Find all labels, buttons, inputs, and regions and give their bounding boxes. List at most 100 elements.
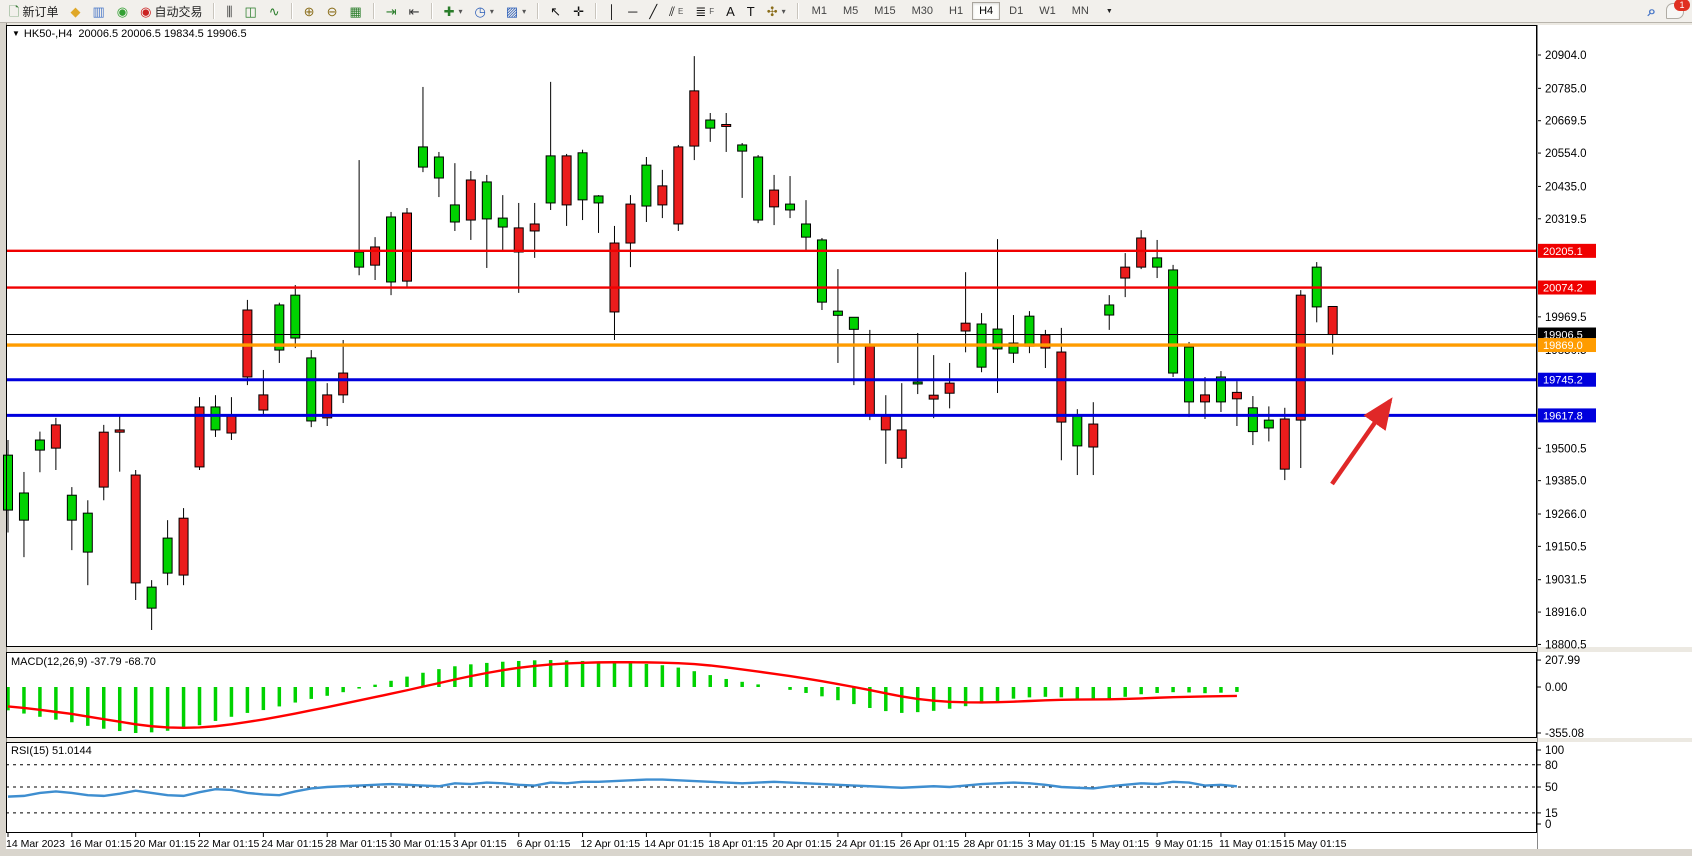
candle [1153, 258, 1162, 267]
timeframe-button-mn[interactable]: MN [1065, 2, 1096, 20]
line-chart-icon: ∿ [269, 5, 280, 18]
candle [147, 587, 156, 608]
arrows-button[interactable]: ✣▾ [762, 3, 791, 20]
candle [99, 432, 108, 487]
candle [881, 416, 890, 430]
candle [115, 430, 124, 432]
timeframe-button-m5[interactable]: M5 [836, 2, 865, 20]
templates-button[interactable]: ▨▾ [501, 3, 531, 20]
chevron-down-icon[interactable]: ▾ [458, 7, 462, 16]
candle [403, 213, 412, 281]
auto-scroll-button[interactable]: ⇥ [381, 3, 402, 20]
candle [897, 430, 906, 458]
notifications-icon[interactable]: 1 [1666, 3, 1684, 19]
text-button[interactable]: A [721, 3, 740, 20]
auto-trading-button[interactable]: ◉自动交易 [135, 1, 207, 22]
templates-icon: ▨ [506, 5, 518, 18]
time-axis-label: 18 Apr 01:15 [708, 838, 768, 850]
timeframe-button-w1[interactable]: W1 [1032, 2, 1063, 20]
price-axis-tick-label: 20319.5 [1545, 214, 1587, 226]
zoom-in-button[interactable]: ⊕ [299, 3, 320, 20]
timeframe-button-h4[interactable]: H4 [972, 2, 1000, 20]
search-icon[interactable]: ⌕ [1648, 3, 1656, 20]
price-axis-tick-label: 18800.5 [1545, 639, 1587, 651]
chart-shift-button[interactable]: ⇤ [404, 3, 425, 20]
candle [722, 124, 731, 126]
candle [498, 218, 507, 227]
candle [1105, 305, 1114, 315]
periods-button[interactable]: ◷▾ [470, 3, 499, 20]
candle [1232, 392, 1241, 398]
timeframe-button-m1[interactable]: M1 [805, 2, 834, 20]
chevron-down-icon[interactable]: ▾ [490, 7, 494, 16]
candlestick-chart-button[interactable]: ◫ [239, 3, 261, 20]
toolbar-separator [595, 3, 597, 19]
candle [482, 182, 491, 219]
candle [387, 217, 396, 282]
candle [945, 383, 954, 393]
time-axis-label: 20 Mar 01:15 [134, 838, 196, 850]
timeframe-button-m30[interactable]: M30 [905, 2, 940, 20]
toolbar-separator [797, 3, 799, 19]
candle [4, 455, 13, 510]
toolbar-overflow-icon[interactable]: ▼ [1106, 8, 1113, 15]
candle [418, 147, 427, 167]
timeframe-button-m15[interactable]: M15 [867, 2, 902, 20]
price-axis-tick-label: 20785.0 [1545, 83, 1587, 95]
candle [466, 180, 475, 220]
hline-button[interactable]: ─ [623, 3, 642, 20]
candle [817, 240, 826, 302]
fibonacci-button[interactable]: ≣F [690, 3, 719, 20]
candle [275, 305, 284, 350]
chart-shift-icon: ⇤ [409, 5, 420, 18]
chevron-down-icon[interactable]: ▾ [522, 7, 526, 16]
market-watch-button[interactable]: ▥ [87, 3, 109, 20]
price-axis-tick-label: 20904.0 [1545, 50, 1587, 62]
bar-chart-button[interactable]: ⫼ [221, 3, 237, 20]
rsi-axis-label: 50 [1545, 782, 1558, 794]
indicators-button[interactable]: ✚▾ [439, 3, 468, 20]
main-toolbar: 🗋新订单◆▥◉◉自动交易⫼◫∿⊕⊖▦⇥⇤✚▾◷▾▨▾↖✛│─╱⫽E≣FAT✣▾M… [0, 0, 1692, 23]
trendline-button[interactable]: ╱ [644, 3, 662, 20]
chart-canvas[interactable]: 20904.020785.020669.520554.020435.020319… [0, 0, 1692, 856]
crosshair-button[interactable]: ✛ [568, 3, 589, 20]
chart-collapse-icon[interactable]: ▼ [12, 29, 20, 38]
metaeditor-icon: ◆ [70, 5, 80, 18]
candle [1280, 419, 1289, 469]
zoom-out-button[interactable]: ⊖ [322, 3, 343, 20]
timeframe-button-d1[interactable]: D1 [1002, 2, 1030, 20]
line-chart-button[interactable]: ∿ [264, 3, 285, 20]
candle [706, 120, 715, 128]
candle [1121, 267, 1130, 278]
arrows-icon: ✣ [767, 5, 778, 18]
new-order-button[interactable]: 🗋新订单 [4, 1, 63, 22]
price-level-badge-label: 19745.2 [1543, 375, 1583, 387]
candle [786, 204, 795, 210]
price-axis-tick-label: 20669.5 [1545, 116, 1587, 128]
indicators-icon: ✚ [444, 5, 455, 18]
chevron-down-icon[interactable]: ▾ [782, 7, 786, 16]
macd-axis-label: 0.00 [1545, 682, 1567, 694]
toolbar-separator [537, 3, 539, 19]
candle [450, 205, 459, 222]
tile-windows-button[interactable]: ▦ [344, 3, 366, 20]
metaeditor-button[interactable]: ◆ [65, 3, 85, 20]
notification-badge: 1 [1674, 0, 1690, 11]
candle [131, 475, 140, 583]
candle [35, 440, 44, 450]
cursor-button[interactable]: ↖ [545, 3, 566, 20]
zoom-in-icon: ⊕ [304, 5, 315, 18]
time-axis-label: 3 May 01:15 [1027, 838, 1085, 850]
rsi-indicator-label: RSI(15) 51.0144 [11, 745, 92, 757]
vline-button[interactable]: │ [603, 3, 621, 20]
candle [610, 243, 619, 312]
equidistant-channel-button[interactable]: ⫽E [664, 3, 688, 20]
price-axis-tick-label: 18916.0 [1545, 607, 1587, 619]
timeframe-button-h1[interactable]: H1 [942, 2, 970, 20]
text-label-button[interactable]: T [742, 3, 760, 20]
hline-icon: ─ [628, 5, 637, 18]
time-axis-label: 30 Mar 01:15 [389, 838, 451, 850]
signals-button[interactable]: ◉ [112, 3, 133, 20]
candle [179, 518, 188, 575]
market-watch-icon: ▥ [92, 5, 104, 18]
